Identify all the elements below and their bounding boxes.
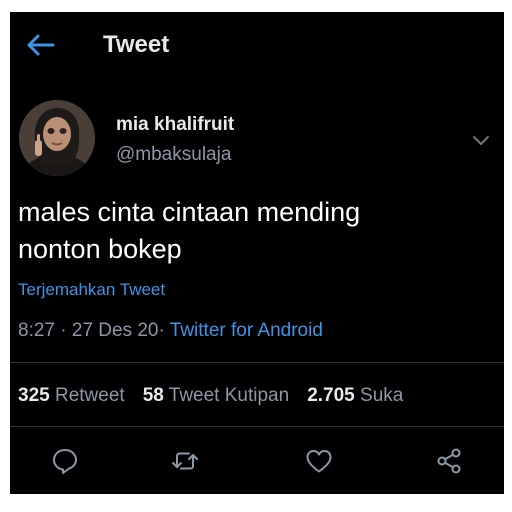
- like-icon: [306, 450, 332, 473]
- tweet-time: 8:27: [18, 320, 55, 341]
- top-bar: Tweet: [10, 12, 504, 80]
- retweet-label: Retweet: [54, 385, 125, 406]
- tweet-text-line: nonton bokep: [18, 234, 182, 264]
- like-button[interactable]: [304, 446, 334, 476]
- tweet-detail-screen: Tweet mia khalifruit @mbaksulaja males c…: [10, 12, 504, 494]
- username-handle[interactable]: @mbaksulaja: [116, 144, 231, 166]
- back-button[interactable]: [26, 32, 56, 58]
- profile-photo: [19, 100, 95, 176]
- share-icon: [437, 448, 461, 474]
- retweet-icon: [172, 452, 198, 470]
- tweet-date: 27 Des 20: [71, 320, 159, 341]
- divider: [10, 426, 504, 427]
- tweet-text: males cinta cintaan mending nonton bokep: [18, 194, 488, 268]
- retweet-button[interactable]: [170, 446, 200, 476]
- quote-count-link[interactable]: 58 Tweet Kutipan: [143, 385, 290, 407]
- like-label: Suka: [360, 385, 404, 406]
- page-title: Tweet: [103, 31, 170, 58]
- retweet-count: 325: [18, 385, 50, 406]
- reply-icon: [53, 449, 77, 474]
- tweet-metadata: 8:27 · 27 Des 20· Twitter for Android: [18, 320, 323, 342]
- tweet-source-link[interactable]: Twitter for Android: [170, 320, 323, 341]
- quote-label: Tweet Kutipan: [168, 385, 290, 406]
- like-count: 2.705: [307, 385, 355, 406]
- like-count-link[interactable]: 2.705 Suka: [307, 385, 403, 407]
- translate-tweet-link[interactable]: Terjemahkan Tweet: [18, 280, 165, 300]
- retweet-count-link[interactable]: 325 Retweet: [18, 385, 125, 407]
- share-button[interactable]: [434, 446, 464, 476]
- reply-button[interactable]: [50, 446, 80, 476]
- meta-separator: ·: [60, 320, 67, 341]
- meta-separator: ·: [158, 320, 165, 341]
- quote-count: 58: [142, 385, 164, 406]
- more-options-button[interactable]: [468, 130, 494, 150]
- tweet-text-line: males cinta cintaan mending: [18, 197, 361, 227]
- display-name[interactable]: mia khalifruit: [116, 114, 234, 136]
- divider: [10, 362, 504, 363]
- tweet-stats: 325 Retweet 58 Tweet Kutipan 2.705 Suka: [18, 385, 403, 407]
- avatar[interactable]: [19, 100, 95, 176]
- chevron-down-icon: [473, 136, 489, 145]
- arrow-left-icon: [27, 34, 55, 56]
